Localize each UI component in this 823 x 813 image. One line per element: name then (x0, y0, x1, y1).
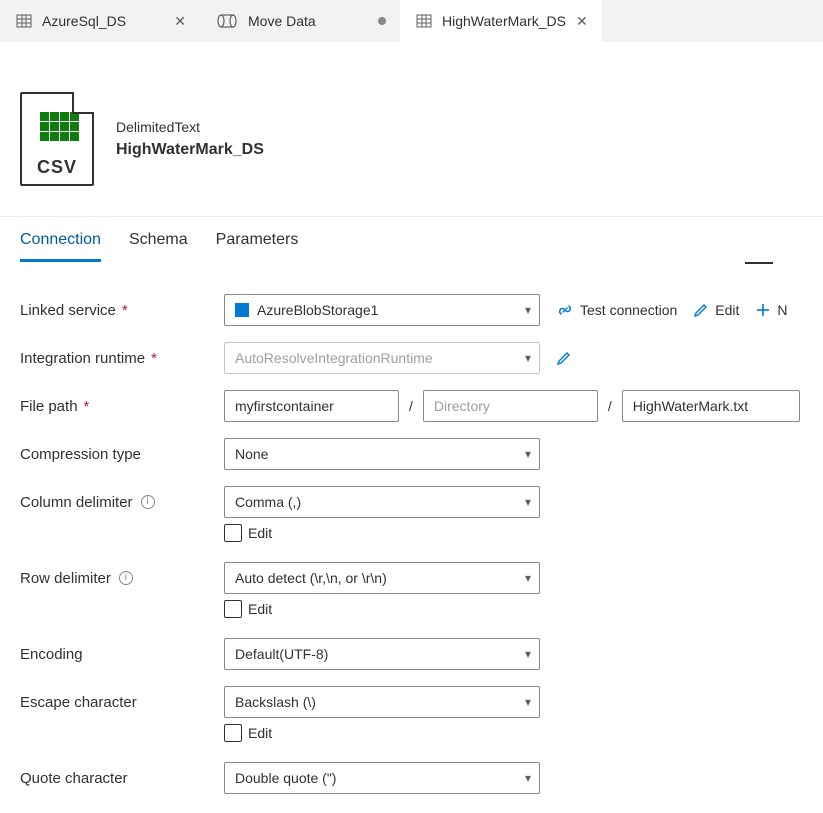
panel-handle[interactable] (745, 262, 773, 264)
linked-service-value: AzureBlobStorage1 (257, 302, 378, 318)
integration-runtime-select: AutoResolveIntegrationRuntime ▾ (224, 342, 540, 374)
pipeline-icon (216, 13, 238, 29)
column-delimiter-select[interactable]: Comma (,) ▾ (224, 486, 540, 518)
close-icon[interactable]: ✕ (174, 14, 186, 28)
pencil-icon (556, 350, 572, 366)
edit-label: Edit (248, 601, 272, 617)
chevron-down-icon: ▾ (525, 351, 531, 365)
plus-icon (755, 302, 771, 318)
chevron-down-icon: ▾ (525, 571, 531, 585)
column-delimiter-edit-toggle[interactable]: Edit (224, 524, 823, 542)
dataset-icon (16, 13, 32, 29)
csv-icon-label: CSV (22, 157, 92, 178)
checkbox[interactable] (224, 524, 242, 542)
edit-label: Edit (248, 725, 272, 741)
tab-highwatermark-ds[interactable]: HighWaterMark_DS ✕ (400, 0, 602, 42)
label-column-delimiter: Column delimiter i (20, 494, 224, 511)
subtab-schema[interactable]: Schema (129, 231, 188, 262)
edit-integration-runtime-button[interactable] (556, 350, 572, 366)
label-compression-type: Compression type (20, 446, 224, 463)
pencil-icon (693, 302, 709, 318)
tab-label: HighWaterMark_DS (442, 13, 566, 29)
quote-character-select[interactable]: Double quote (") ▾ (224, 762, 540, 794)
file-directory-input[interactable]: Directory (423, 390, 598, 422)
connection-form: Linked service* AzureBlobStorage1 ▾ Test… (0, 272, 823, 796)
chevron-down-icon: ▾ (525, 771, 531, 785)
dataset-type-label: DelimitedText (116, 119, 264, 135)
column-delimiter-value: Comma (,) (235, 494, 301, 510)
chevron-down-icon: ▾ (525, 695, 531, 709)
tab-move-data[interactable]: Move Data (200, 0, 400, 42)
dataset-icon (416, 13, 432, 29)
encoding-value: Default(UTF-8) (235, 646, 328, 662)
unsaved-dot-icon (378, 17, 386, 25)
dataset-subtabs: Connection Schema Parameters (0, 217, 823, 262)
compression-type-value: None (235, 446, 268, 462)
subtab-connection[interactable]: Connection (20, 231, 101, 262)
checkbox[interactable] (224, 724, 242, 742)
file-container-input[interactable]: myfirstcontainer (224, 390, 399, 422)
checkbox[interactable] (224, 600, 242, 618)
label-escape-character: Escape character (20, 694, 224, 711)
encoding-select[interactable]: Default(UTF-8) ▾ (224, 638, 540, 670)
tab-label: Move Data (248, 13, 316, 29)
file-name-input[interactable]: HighWaterMark.txt (622, 390, 800, 422)
escape-character-value: Backslash (\) (235, 694, 316, 710)
label-linked-service: Linked service* (20, 302, 224, 319)
path-separator: / (606, 398, 614, 414)
csv-file-icon: CSV (20, 92, 94, 186)
tab-label: AzureSql_DS (42, 13, 126, 29)
integration-runtime-value: AutoResolveIntegrationRuntime (235, 350, 433, 366)
chevron-down-icon: ▾ (525, 495, 531, 509)
chevron-down-icon: ▾ (525, 447, 531, 461)
info-icon[interactable]: i (141, 495, 155, 509)
chevron-down-icon: ▾ (525, 303, 531, 317)
new-linked-service-button[interactable]: N (755, 302, 787, 318)
info-icon[interactable]: i (119, 571, 133, 585)
file-container-value: myfirstcontainer (235, 398, 334, 414)
file-name-value: HighWaterMark.txt (633, 398, 748, 414)
quote-character-value: Double quote (") (235, 770, 336, 786)
test-connection-icon (556, 301, 574, 319)
subtab-parameters[interactable]: Parameters (216, 231, 299, 262)
edit-label: Edit (248, 525, 272, 541)
dataset-header: CSV DelimitedText HighWaterMark_DS (0, 42, 823, 217)
row-delimiter-select[interactable]: Auto detect (\r,\n, or \r\n) ▾ (224, 562, 540, 594)
escape-character-edit-toggle[interactable]: Edit (224, 724, 823, 742)
path-separator: / (407, 398, 415, 414)
chevron-down-icon: ▾ (525, 647, 531, 661)
escape-character-select[interactable]: Backslash (\) ▾ (224, 686, 540, 718)
dataset-name: HighWaterMark_DS (116, 141, 264, 159)
label-encoding: Encoding (20, 646, 224, 663)
edit-linked-service-button[interactable]: Edit (693, 302, 739, 318)
label-row-delimiter: Row delimiter i (20, 570, 224, 587)
label-file-path: File path* (20, 398, 224, 415)
close-icon[interactable]: ✕ (576, 14, 588, 28)
row-delimiter-edit-toggle[interactable]: Edit (224, 600, 823, 618)
row-delimiter-value: Auto detect (\r,\n, or \r\n) (235, 570, 387, 586)
test-connection-button[interactable]: Test connection (556, 301, 677, 319)
storage-icon (235, 303, 249, 317)
linked-service-select[interactable]: AzureBlobStorage1 ▾ (224, 294, 540, 326)
compression-type-select[interactable]: None ▾ (224, 438, 540, 470)
tab-azuresql-ds[interactable]: AzureSql_DS ✕ (0, 0, 200, 42)
file-directory-placeholder: Directory (434, 398, 490, 414)
label-quote-character: Quote character (20, 770, 224, 787)
label-integration-runtime: Integration runtime* (20, 350, 224, 367)
editor-tabs-bar: AzureSql_DS ✕ Move Data HighWaterMark_DS… (0, 0, 823, 42)
